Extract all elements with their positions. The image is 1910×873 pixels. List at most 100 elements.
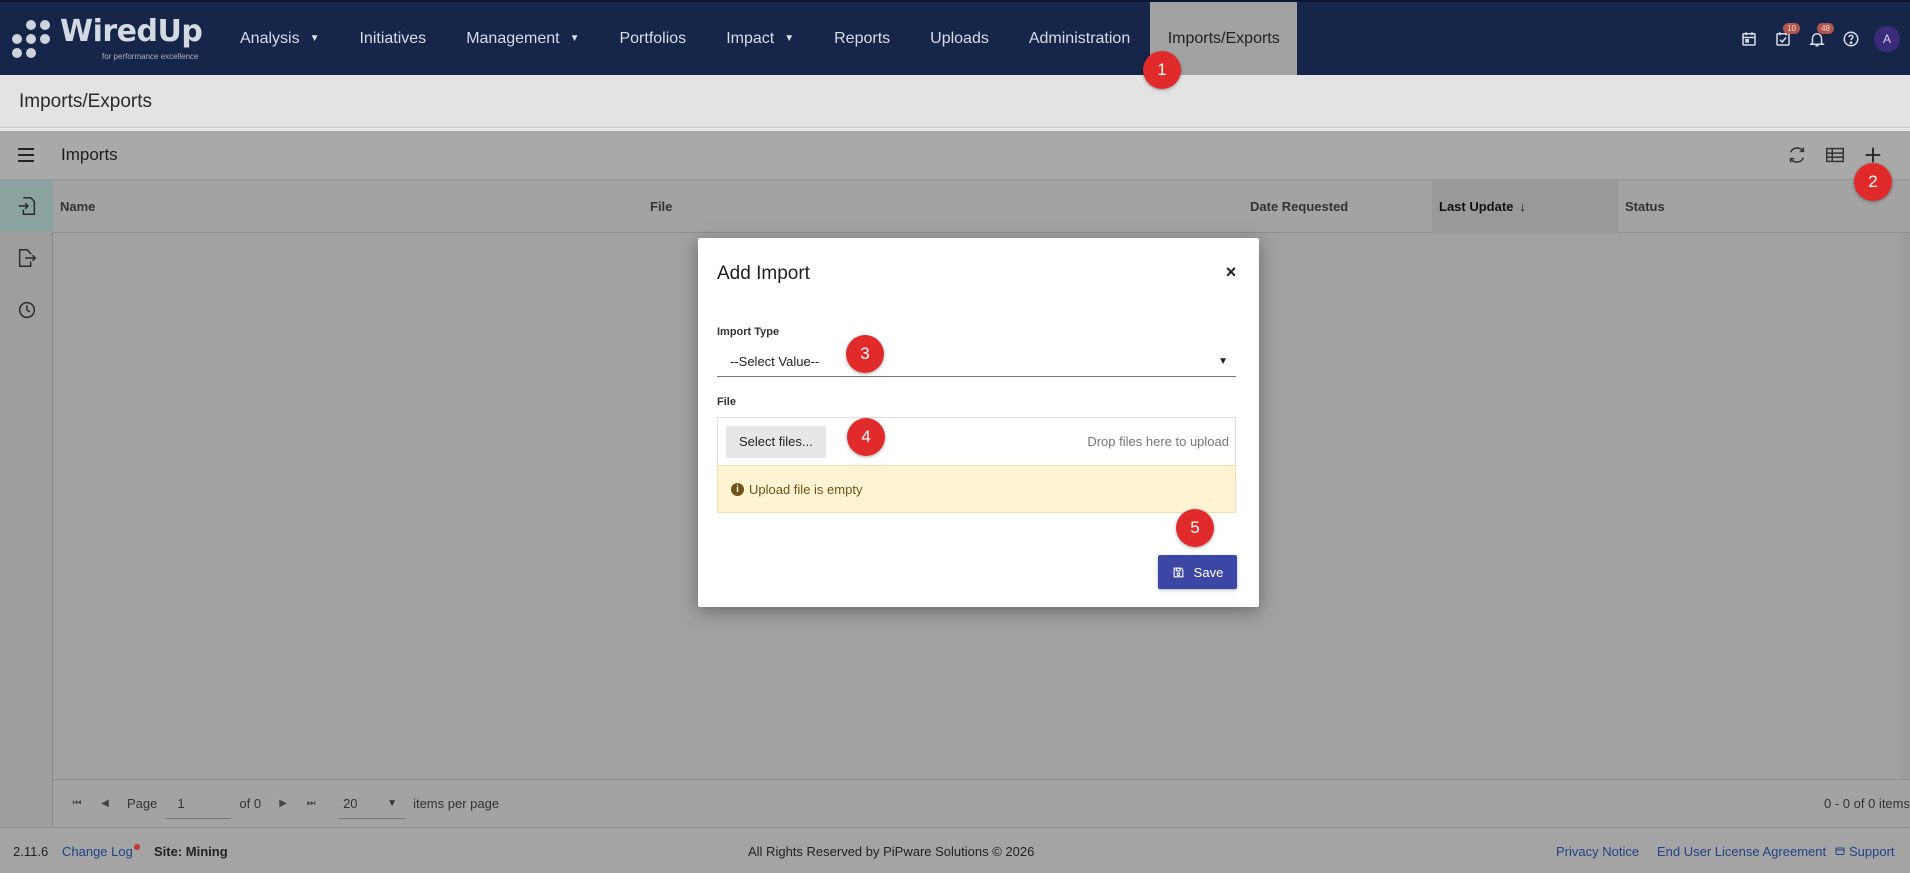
app-footer: 2.11.6 Change Log Site: Mining All Right… <box>0 827 1910 873</box>
nav-initiatives[interactable]: Initiatives <box>339 2 446 75</box>
calendar-icon[interactable] <box>1732 22 1766 56</box>
refresh-icon[interactable] <box>1785 143 1809 167</box>
column-label: Date Requested <box>1250 199 1349 214</box>
nav-administration-label: Administration <box>1028 29 1131 47</box>
page-header: Imports/Exports <box>0 75 1910 128</box>
logo-dots-icon <box>12 20 54 62</box>
changelog-link-label: Change Log <box>62 844 133 859</box>
warning-text: Upload file is empty <box>749 481 863 497</box>
nav-initiatives-label: Initiatives <box>359 29 427 47</box>
step-marker-4: 4 <box>847 418 885 456</box>
support-link-label: Support <box>1849 844 1895 859</box>
side-rail <box>0 180 53 827</box>
chevron-down-icon: ▼ <box>1218 355 1228 367</box>
privacy-link[interactable]: Privacy Notice <box>1556 844 1639 859</box>
grid-pager: ⏮ ◀ Page 1 of 0 ▶ ⏭ 20 ▼ items per page 0… <box>53 779 1910 827</box>
nav-uploads[interactable]: Uploads <box>910 2 1009 75</box>
column-label: Status <box>1625 199 1665 214</box>
step-marker-2: 2 <box>1854 163 1892 201</box>
nav-portfolios-label: Portfolios <box>619 29 687 47</box>
upload-warning: i Upload file is empty <box>717 465 1236 513</box>
chevron-down-icon: ▼ <box>569 33 580 44</box>
rail-imports[interactable] <box>0 180 53 232</box>
column-label: Last Update <box>1439 199 1514 214</box>
nav-imports-exports-label: Imports/Exports <box>1167 29 1280 47</box>
hamburger-menu-icon[interactable] <box>14 143 38 167</box>
rail-history[interactable] <box>0 284 53 336</box>
import-type-select[interactable]: --Select Value-- ▼ <box>717 346 1236 377</box>
nav-administration[interactable]: Administration <box>1009 2 1150 75</box>
page-number-input[interactable]: 1 <box>165 789 232 819</box>
drop-hint: Drop files here to upload <box>1087 434 1229 449</box>
close-icon[interactable]: × <box>1223 262 1239 282</box>
column-label: Name <box>60 199 96 214</box>
import-icon <box>18 197 35 215</box>
nav-management-label: Management <box>466 29 560 47</box>
vertical-scrollbar[interactable] <box>1900 233 1910 779</box>
wiredup-logo[interactable]: WiredUp for performance excellence <box>12 14 203 66</box>
grid-header: Name File Date Requested Last Update ↓ St… <box>53 180 1910 233</box>
import-type-label: Import Type <box>717 326 780 338</box>
dialog-title: Add Import <box>717 263 810 284</box>
step-marker-1: 1 <box>1143 51 1181 89</box>
nav-impact-label: Impact <box>726 29 775 47</box>
select-files-button[interactable]: Select files... <box>726 425 826 458</box>
add-import-dialog: Add Import × Import Type --Select Value-… <box>698 238 1259 607</box>
page-size-value: 20 <box>343 795 358 811</box>
user-avatar[interactable]: A <box>1874 25 1900 52</box>
nav-uploads-label: Uploads <box>930 29 989 47</box>
support-link[interactable]: Support <box>1834 844 1895 859</box>
file-upload-dropzone[interactable]: Select files... Drop files here to uploa… <box>717 417 1236 465</box>
pager-of-label: of 0 <box>239 796 262 811</box>
site-label: Site: Mining <box>154 844 228 859</box>
export-icon <box>18 249 36 267</box>
task-check-icon[interactable]: 10 <box>1766 22 1800 56</box>
next-page-icon[interactable]: ▶ <box>269 790 297 818</box>
first-page-icon[interactable]: ⏮ <box>63 790 91 818</box>
table-view-icon[interactable] <box>1823 143 1847 167</box>
page-size-select[interactable]: 20 ▼ <box>339 789 406 819</box>
nav-reports[interactable]: Reports <box>814 2 910 75</box>
pager-summary: 0 - 0 of 0 items <box>1824 796 1910 811</box>
last-page-icon[interactable]: ⏭ <box>297 790 325 818</box>
changelog-link[interactable]: Change Log <box>62 844 140 859</box>
pager-page-label: Page <box>127 796 158 811</box>
grid-toolbar: Imports <box>0 131 1910 180</box>
nav-impact[interactable]: Impact ▼ <box>706 2 814 75</box>
logo-tagline: for performance excellence <box>102 52 199 61</box>
new-indicator-dot <box>133 844 140 850</box>
logo-wordmark: WiredUp <box>60 14 203 49</box>
column-label: File <box>650 199 673 214</box>
column-header-file[interactable]: File <box>643 180 1233 233</box>
support-icon <box>1835 847 1845 855</box>
help-icon[interactable] <box>1834 22 1868 56</box>
column-header-date-requested[interactable]: Date Requested <box>1243 180 1421 233</box>
items-per-page-label: items per page <box>413 796 500 811</box>
nav-analysis-label: Analysis <box>240 29 300 47</box>
nav-management[interactable]: Management ▼ <box>446 2 599 75</box>
step-marker-3: 3 <box>846 335 884 373</box>
nav-analysis[interactable]: Analysis ▼ <box>220 2 339 75</box>
main-menu: Analysis ▼ Initiatives Management ▼ Portfo… <box>220 2 1298 75</box>
import-type-value: --Select Value-- <box>730 353 820 369</box>
file-label: File <box>717 396 736 408</box>
tasks-badge: 10 <box>1783 22 1800 34</box>
copyright-text: All Rights Reserved by PiPware Solutions… <box>748 844 1035 859</box>
step-marker-5: 5 <box>1176 509 1214 547</box>
chevron-down-icon: ▼ <box>309 33 320 44</box>
clock-icon <box>18 301 35 319</box>
version-label: 2.11.6 <box>13 844 49 859</box>
eula-link[interactable]: End User License Agreement <box>1657 844 1826 859</box>
column-header-name[interactable]: Name <box>53 180 643 233</box>
previous-page-icon[interactable]: ◀ <box>91 790 119 818</box>
save-button[interactable]: Save <box>1158 555 1237 589</box>
rail-exports[interactable] <box>0 232 53 284</box>
sort-descending-icon: ↓ <box>1519 199 1526 214</box>
chevron-down-icon: ▼ <box>387 797 398 809</box>
bell-icon[interactable]: 48 <box>1800 22 1834 56</box>
column-header-last-update[interactable]: Last Update ↓ <box>1432 180 1618 233</box>
chevron-down-icon: ▼ <box>784 33 795 44</box>
toolbar-title: Imports <box>61 145 118 164</box>
save-icon <box>1173 567 1184 577</box>
nav-portfolios[interactable]: Portfolios <box>599 2 706 75</box>
